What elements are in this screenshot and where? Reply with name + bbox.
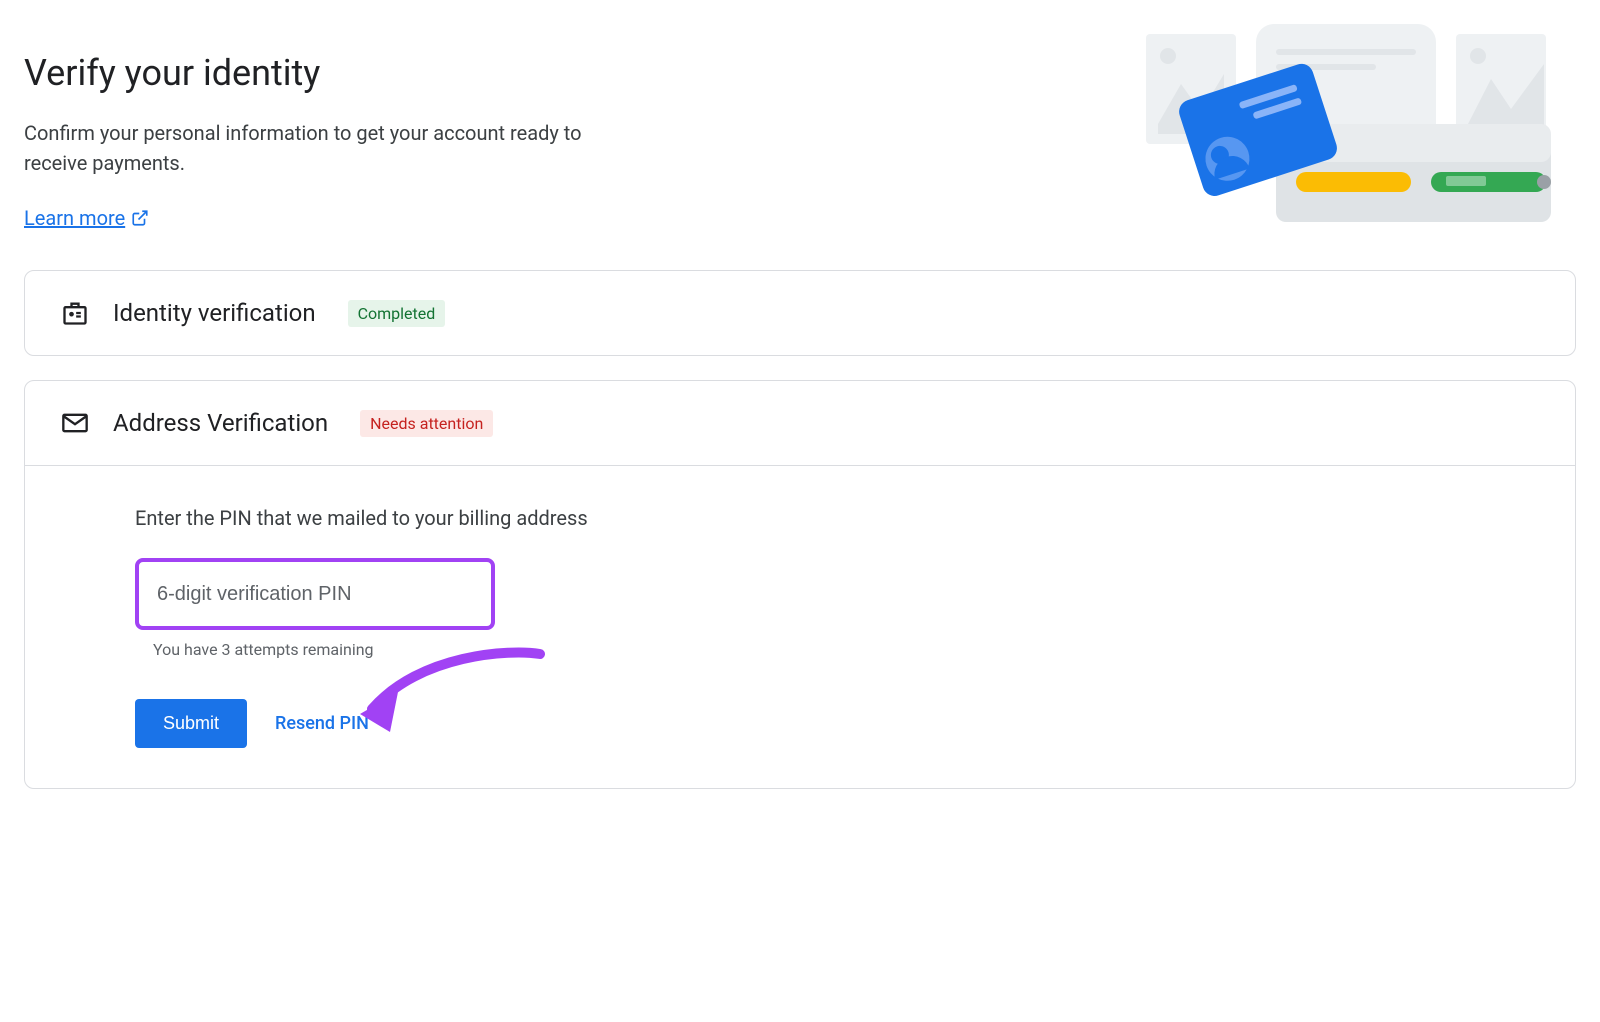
page-title: Verify your identity bbox=[24, 52, 624, 94]
address-verification-card: Address Verification Needs attention Ent… bbox=[24, 380, 1576, 789]
attempts-remaining: You have 3 attempts remaining bbox=[153, 640, 1539, 659]
external-link-icon bbox=[131, 209, 149, 227]
address-card-title: Address Verification bbox=[113, 409, 328, 437]
pin-input[interactable] bbox=[135, 558, 495, 630]
status-badge-completed: Completed bbox=[348, 300, 446, 327]
status-badge-attention: Needs attention bbox=[360, 410, 493, 437]
submit-button[interactable]: Submit bbox=[135, 699, 247, 748]
page-subtitle: Confirm your personal information to get… bbox=[24, 118, 624, 178]
verification-illustration bbox=[1146, 24, 1576, 224]
pin-instruction: Enter the PIN that we mailed to your bil… bbox=[135, 506, 1539, 530]
learn-more-link[interactable]: Learn more bbox=[24, 206, 149, 230]
identity-verification-card: Identity verification Completed bbox=[24, 270, 1576, 356]
envelope-icon bbox=[61, 409, 89, 437]
id-badge-icon bbox=[61, 299, 89, 327]
identity-card-title: Identity verification bbox=[113, 299, 316, 327]
learn-more-label: Learn more bbox=[24, 206, 125, 230]
resend-pin-link[interactable]: Resend PIN bbox=[275, 713, 369, 734]
